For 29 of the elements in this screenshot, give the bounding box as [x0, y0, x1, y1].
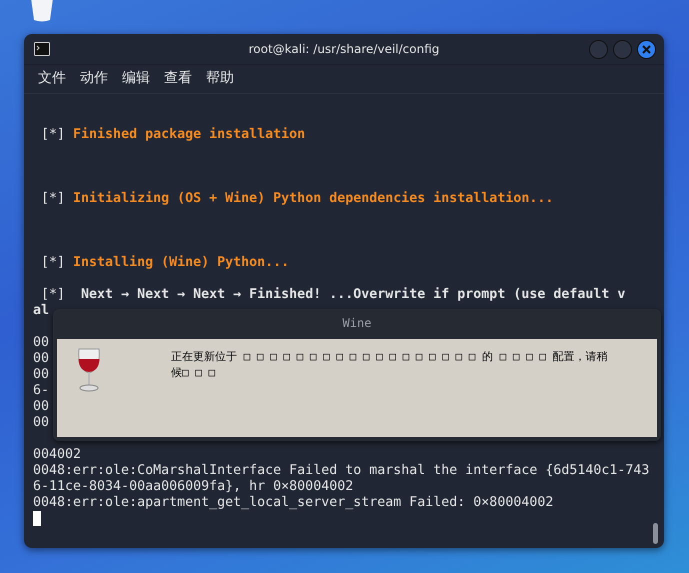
terminal-line: 00 [33, 399, 50, 414]
terminal-line: al [33, 303, 50, 318]
menu-item[interactable]: 编辑 [122, 69, 150, 87]
menu-item[interactable]: 文件 [38, 69, 66, 87]
terminal-icon [34, 42, 50, 56]
wine-glass-icon [77, 347, 101, 393]
terminal-line: [*] Finished package installation [40, 127, 306, 142]
terminal-line: 00 [33, 367, 50, 382]
scrollbar[interactable] [653, 523, 658, 544]
terminal-line: 6-11ce-8034-00aa006009fa}, hr 0×80004002 [33, 479, 354, 494]
terminal-line: [*] Initializing (OS + Wine) Python dependencies installation... [40, 191, 554, 206]
close-button[interactable] [637, 40, 656, 59]
terminal-line: 00 [33, 335, 50, 350]
text-cursor [33, 511, 41, 526]
menu-item[interactable]: 动作 [80, 69, 108, 87]
terminal-line: [*] Next → Next → Next → Finished! ...Overwrite if prompt (use default v [40, 287, 626, 302]
dialog-title: Wine [342, 316, 372, 330]
dialog-message: 正在更新位于 □ □ □ □ □ □ □ □ □ □ □ □ □ □ □ □ □ □ 的 □ □ □ □ 配置，请稍候□ □ □ [171, 349, 609, 381]
terminal-line: 00 [33, 415, 50, 430]
terminal-line: 0048:err:ole:CoMarshalInterface Failed to marshal the interface {6d5140c1-743 [33, 463, 650, 478]
window-title: root@kali: /usr/share/veil/config [248, 42, 440, 56]
terminal-line: 00 [33, 351, 50, 366]
menu-item[interactable]: 帮助 [206, 69, 234, 87]
terminal-line: [*] Installing (Wine) Python... [40, 255, 290, 270]
close-icon [642, 45, 651, 54]
terminal-line: 004002 [33, 447, 82, 462]
menu-item[interactable]: 查看 [164, 69, 192, 87]
terminal-line: 6- [33, 383, 50, 398]
terminal-line: 0048:err:ole:apartment_get_local_server_stream Failed: 0×80004002 [33, 495, 554, 510]
